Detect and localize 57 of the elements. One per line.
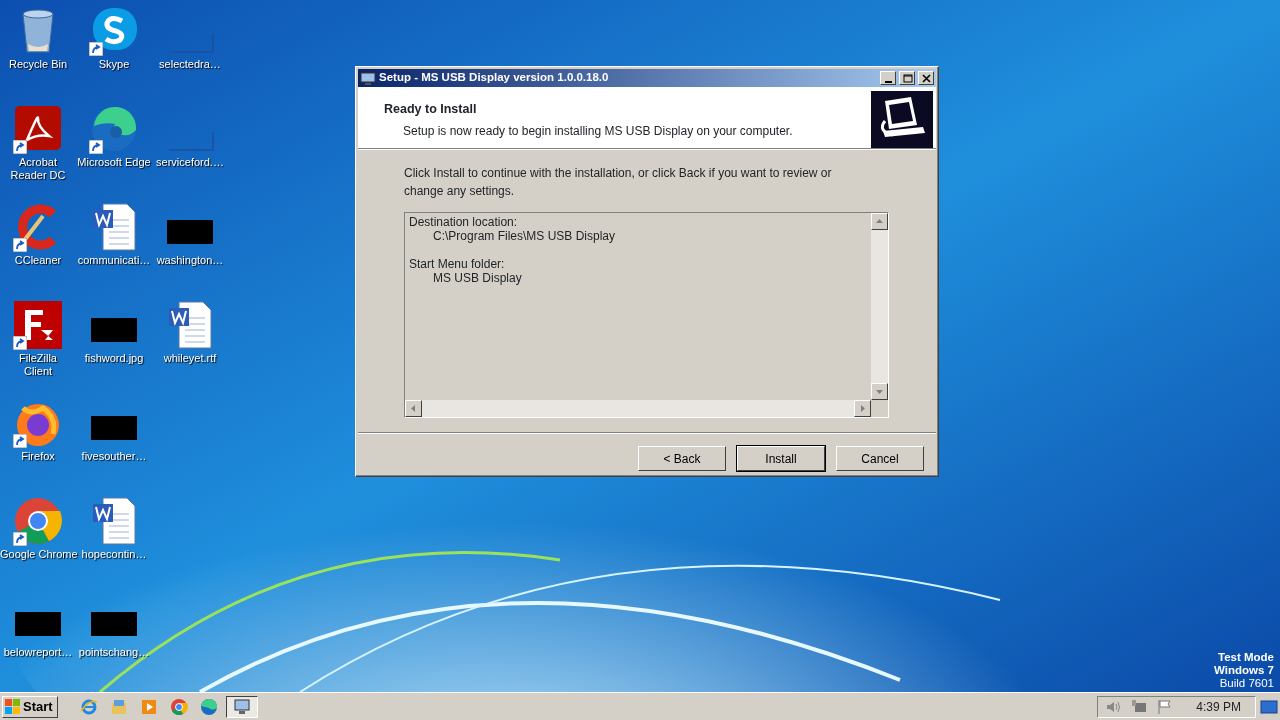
arrow-icon [410,405,417,412]
scroll-left-button[interactable] [405,400,422,417]
app-icon [360,69,376,87]
desktop-icon-label[interactable]: Microsoft Edge [77,156,151,169]
desktop-icon-label[interactable]: washington… [156,254,224,267]
instruction-text: Click Install to continue with the installation, or click Back if you want to review or change any settings. [404,165,833,200]
desktop-icon-label[interactable]: Google Chrome [0,548,76,561]
desktop-icon-label[interactable]: FileZilla Client [8,352,68,378]
desktop-icon-label[interactable]: pointschang… [78,646,150,659]
desktop-icon-label[interactable]: Acrobat Reader DC [8,156,68,182]
arrow-icon [876,388,883,395]
minimize-icon [884,80,892,83]
arrow-icon [859,405,866,412]
start-button[interactable]: Start [2,695,58,718]
filezilla-icon[interactable] [13,300,63,350]
close-button[interactable] [918,71,934,85]
vertical-scrollbar[interactable] [871,213,888,400]
taskbar-window-button[interactable] [225,695,258,718]
memo-value: MS USB Display [432,271,523,285]
maximize-icon [901,72,913,84]
desktop-icon-label[interactable]: fivesouther… [81,450,147,463]
chrome-icon[interactable] [13,496,63,546]
memo-value: C:\Program Files\MS USB Display [432,229,617,243]
page-subheading: Setup is now ready to begin installing MS USB Display on your computer. [403,122,794,140]
memo-heading: Destination location: [409,215,519,229]
page-heading: Ready to Install [384,101,478,118]
arrow-icon [876,218,883,225]
scroll-right-button[interactable] [854,400,871,417]
scroll-up-button[interactable] [871,213,888,230]
scroll-down-button[interactable] [871,383,888,400]
minimize-button[interactable] [880,71,896,85]
close-icon [920,72,932,84]
desktop-icon-label[interactable]: serviceford.… [156,156,224,169]
clock[interactable]: 4:39 PM [1196,697,1241,716]
computer-icon [232,697,251,716]
maximize-button[interactable] [899,71,915,85]
desktop-icon-label[interactable]: whileyet.rtf [163,352,217,365]
desktop-icon-label[interactable]: belowreport… [3,646,73,659]
memo-heading: Start Menu folder: [409,257,506,271]
desktop-icon-label[interactable]: Firefox [21,450,55,463]
desktop-icon-label[interactable]: communicati… [77,254,151,267]
dialog-button[interactable]: Cancel [836,446,924,471]
desktop-icon-label[interactable]: selectedra… [159,58,221,71]
desktop-icon-label[interactable]: Recycle Bin [8,58,68,71]
dialog-button[interactable]: < Back [638,446,726,471]
desktop-icon-label[interactable]: hopecontin… [81,548,147,561]
window-title: Setup - MS USB Display version 1.0.0.18.0 [379,70,610,86]
horizontal-scrollbar[interactable] [405,400,871,417]
watermark-text: Windows 7 [1214,664,1274,677]
edge-icon[interactable] [89,104,139,154]
desktop-icon-label[interactable]: fishword.jpg [84,352,144,365]
desktop-icon-label[interactable]: CCleaner [14,254,62,267]
dialog-button[interactable]: Install [737,446,825,471]
desktop-icon-label[interactable]: Skype [98,58,130,71]
windows-logo-icon [5,699,21,714]
watermark-text: Build 7601 [1218,677,1274,690]
watermark-text: Test Mode [1217,651,1274,664]
